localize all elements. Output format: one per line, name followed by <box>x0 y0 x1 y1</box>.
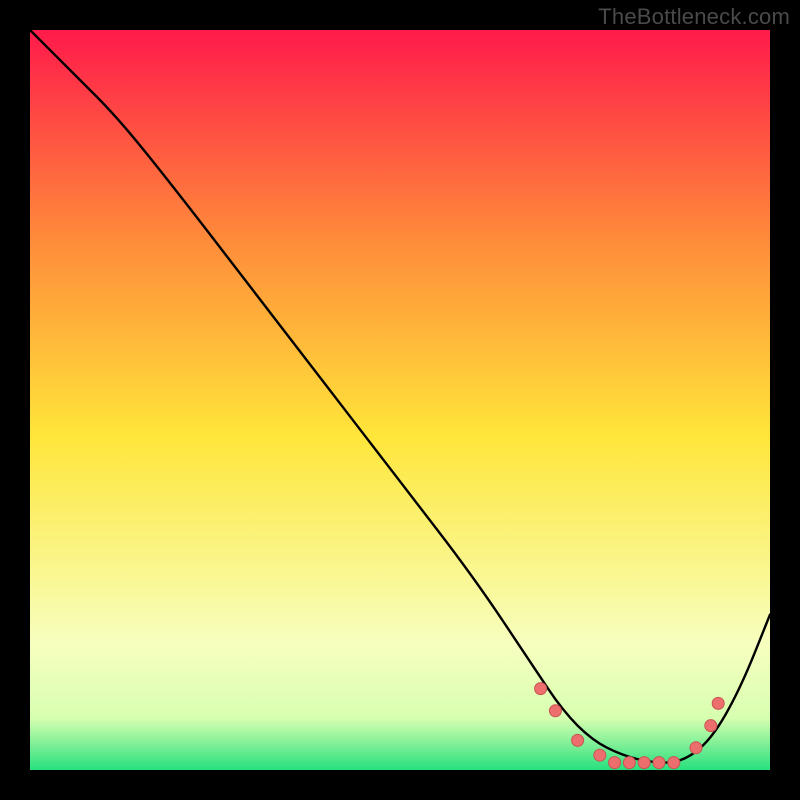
highlight-point <box>609 757 621 769</box>
highlight-point <box>623 757 635 769</box>
highlight-point <box>668 757 680 769</box>
highlight-point <box>638 757 650 769</box>
gradient-background <box>30 30 770 770</box>
plot-area <box>30 30 770 770</box>
highlight-point <box>572 734 584 746</box>
highlight-point <box>535 683 547 695</box>
highlight-point <box>705 720 717 732</box>
watermark-text: TheBottleneck.com <box>598 4 790 30</box>
chart-svg <box>30 30 770 770</box>
highlight-point <box>549 705 561 717</box>
highlight-point <box>653 757 665 769</box>
chart-frame: TheBottleneck.com <box>0 0 800 800</box>
highlight-point <box>690 742 702 754</box>
highlight-point <box>712 697 724 709</box>
highlight-point <box>594 749 606 761</box>
